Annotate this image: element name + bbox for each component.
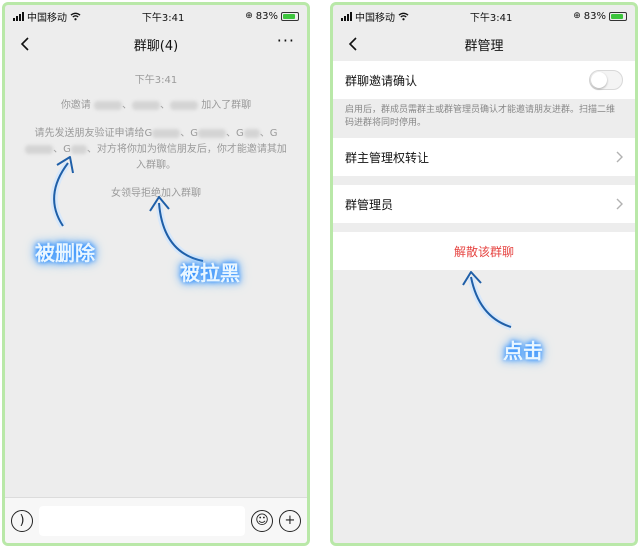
more-options-button[interactable]: ···	[277, 31, 295, 50]
carrier-label: 中国移动	[27, 12, 67, 24]
arrow-to-deleted	[50, 156, 74, 228]
voice-icon[interactable]: )	[11, 509, 33, 532]
invite-prefix: 你邀请	[60, 100, 91, 111]
invite-confirm-label: 群聊邀请确认	[345, 73, 418, 88]
clock-label: 下午3:41	[469, 12, 513, 24]
signal-icon	[341, 11, 352, 21]
annotation-deleted: 被删除	[35, 241, 95, 265]
verify-part1: 请先发送朋友验证申请给G	[34, 128, 153, 139]
verify-sep: 、G	[226, 128, 244, 139]
battery-percent: 83%	[583, 10, 606, 22]
status-bar: 中国移动 下午3:41 ⊕ 83%	[5, 5, 307, 27]
toggle-knob	[591, 72, 607, 88]
chat-title: 群聊(4)	[133, 38, 179, 54]
transfer-owner-label: 群主管理权转让	[345, 150, 430, 165]
blurred-name	[170, 100, 198, 110]
blurred-name	[94, 100, 122, 110]
transfer-owner-row[interactable]: 群主管理权转让	[333, 138, 635, 176]
chevron-right-icon	[616, 198, 623, 210]
battery-icon	[609, 11, 627, 21]
invite-confirm-row: 群聊邀请确认	[333, 61, 635, 99]
chevron-right-icon	[616, 151, 623, 163]
signal-icon	[13, 11, 24, 21]
back-arrow-icon[interactable]	[17, 35, 35, 53]
group-chat-screen: 中国移动 下午3:41 ⊕ 83% 群聊(4) ··· 下午3:41 你邀请 、…	[2, 2, 310, 546]
orientation-lock-icon: ⊕	[573, 11, 581, 21]
dissolve-group-button[interactable]: 解散该群聊	[333, 232, 635, 270]
page-title: 群管理	[464, 38, 504, 54]
message-timestamp: 下午3:41	[134, 75, 178, 86]
message-input[interactable]	[39, 505, 245, 536]
blurred-name	[152, 128, 181, 138]
plus-icon[interactable]: +	[279, 509, 301, 532]
annotation-click: 点击	[503, 339, 543, 363]
orientation-lock-icon: ⊕	[245, 11, 253, 21]
group-admins-row[interactable]: 群管理员	[333, 185, 635, 223]
blurred-name	[132, 100, 160, 110]
invite-suffix: 加入了群聊	[201, 100, 252, 111]
status-right: ⊕ 83%	[245, 11, 299, 22]
group-management-screen: 中国移动 下午3:41 ⊕ 83% 群管理 群聊邀请确认 启用后，群成员需群主或…	[330, 2, 638, 546]
group-admins-label: 群管理员	[345, 197, 394, 212]
verify-part2: 、对方将你加为微信朋友后，你才能邀请其加入群聊。	[86, 144, 287, 171]
status-bar: 中国移动 下午3:41 ⊕ 83%	[333, 5, 635, 27]
chat-nav-bar: 群聊(4) ···	[5, 27, 307, 61]
wifi-icon	[70, 12, 81, 20]
invite-confirm-toggle[interactable]	[589, 70, 623, 90]
status-left: 中国移动	[13, 9, 81, 24]
battery-icon	[281, 11, 299, 21]
clock-label: 下午3:41	[141, 12, 185, 24]
annotation-blocked: 被拉黑	[180, 261, 240, 285]
screenshot-stage: 中国移动 下午3:41 ⊕ 83% 群聊(4) ··· 下午3:41 你邀请 、…	[0, 0, 640, 549]
verify-sep: 、G	[259, 128, 278, 139]
emoji-icon[interactable]: ☺	[251, 509, 273, 532]
arrow-to-dissolve	[462, 271, 513, 331]
blurred-name	[243, 128, 260, 138]
carrier-label: 中国移动	[355, 12, 395, 24]
status-left: 中国移动	[341, 9, 409, 24]
chat-input-bar: ) ☺ +	[5, 497, 307, 543]
blurred-name	[198, 128, 226, 138]
management-nav-bar: 群管理	[333, 27, 635, 61]
back-arrow-icon[interactable]	[345, 35, 363, 53]
invite-confirm-description: 启用后，群成员需群主或群管理员确认才能邀请朋友进群。扫描二维码进群将同时停用。	[345, 105, 616, 128]
status-right: ⊕ 83%	[573, 11, 627, 22]
system-message-invite: 你邀请 、、 加入了群聊	[60, 100, 252, 111]
chat-messages: 下午3:41 你邀请 、、 加入了群聊 请先发送朋友验证申请给G 、G 、G 、G、G…	[5, 61, 307, 501]
verify-sep: 、G	[180, 128, 198, 139]
battery-percent: 83%	[255, 10, 278, 22]
wifi-icon	[398, 12, 409, 20]
